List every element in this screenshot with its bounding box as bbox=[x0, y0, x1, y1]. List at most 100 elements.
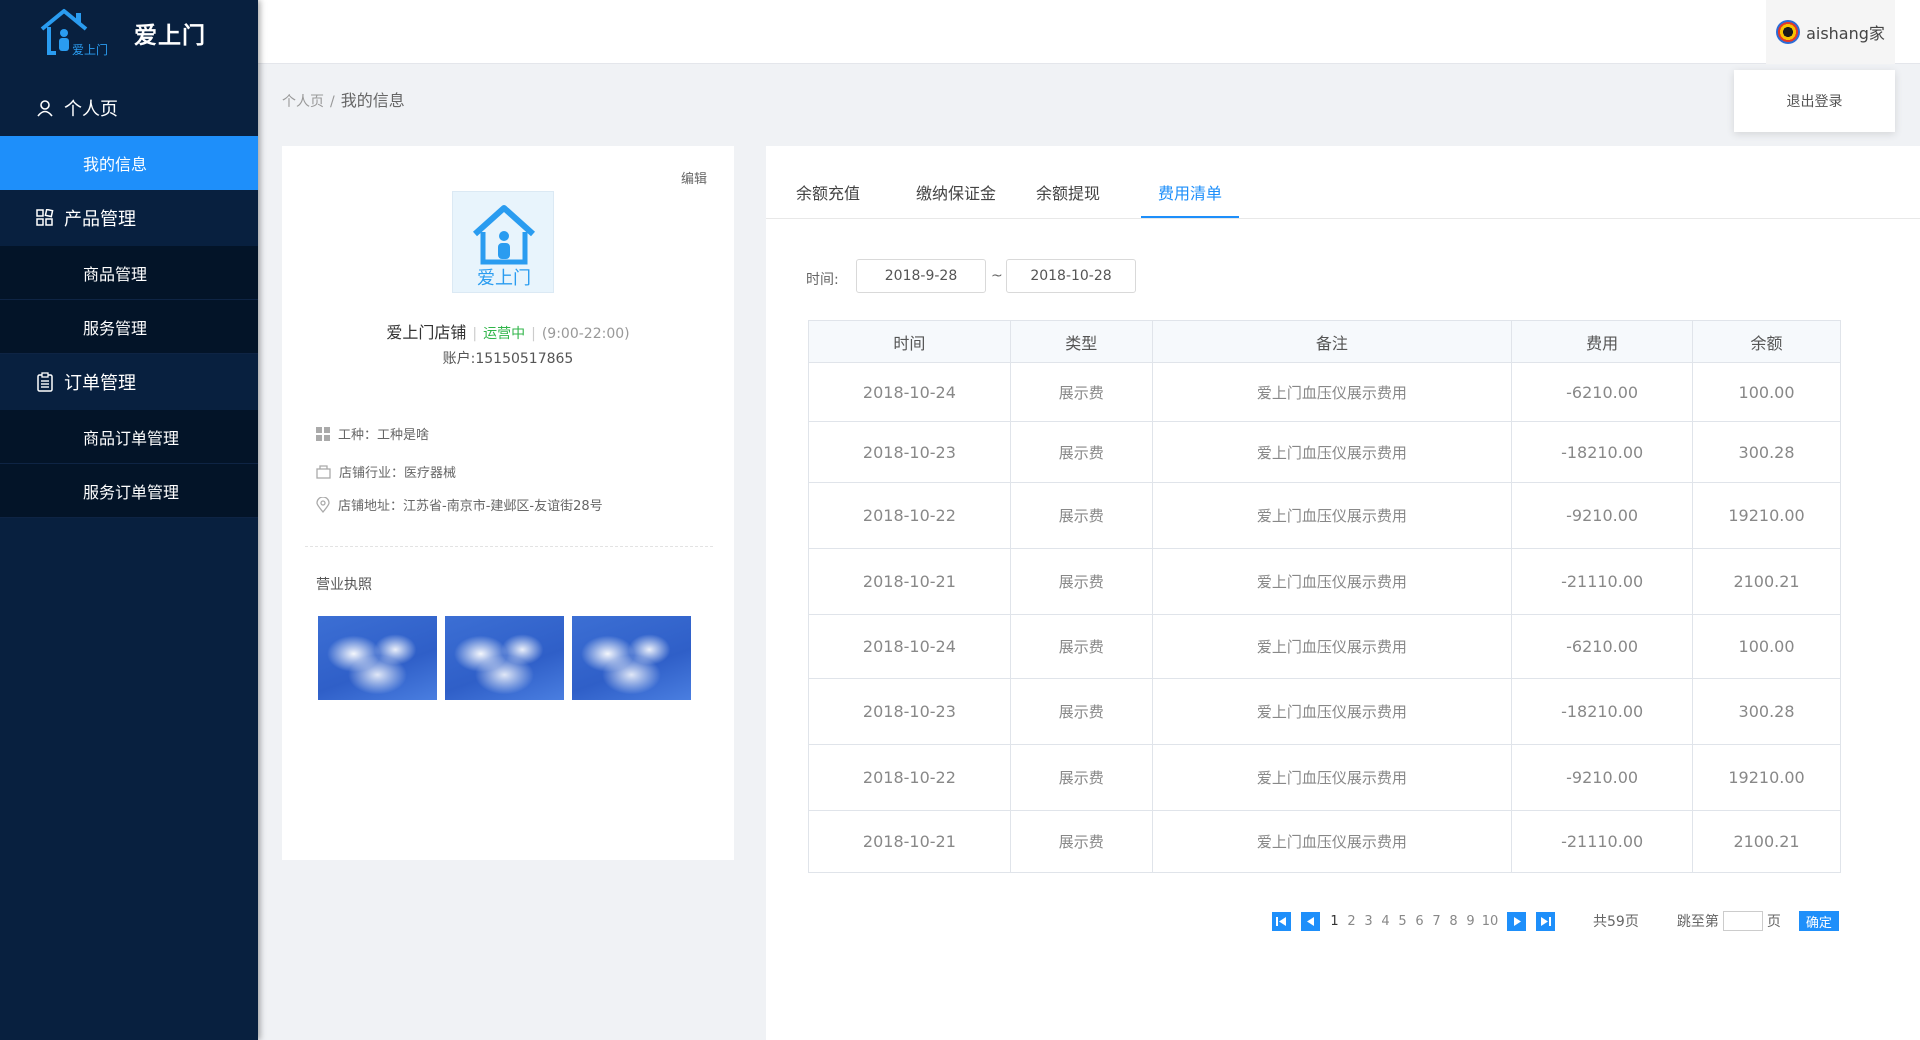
profile-card: 编辑 爱上门 爱上门店铺 | 运营中 | (9:00-22:00) 账户:1515051… bbox=[282, 146, 734, 860]
column-header-fee: 费用 bbox=[1511, 320, 1694, 363]
address: 店铺地址：江苏省-南京市-建邺区-友谊街28号 bbox=[338, 499, 603, 514]
page-number[interactable]: 6 bbox=[1411, 914, 1428, 929]
tab-withdraw[interactable]: 余额提现 bbox=[1036, 180, 1100, 204]
prev-page-icon bbox=[1306, 916, 1314, 926]
page-number[interactable]: 8 bbox=[1445, 914, 1462, 929]
tab-expense-list[interactable]: 费用清单 bbox=[1158, 180, 1222, 204]
license-image[interactable] bbox=[445, 616, 564, 700]
end-date-input[interactable]: 2018-10-28 bbox=[1006, 259, 1136, 293]
sidebar-item-label: 服务管理 bbox=[83, 318, 148, 338]
sidebar-item-my-info[interactable]: 我的信息 bbox=[0, 136, 258, 190]
next-page-icon bbox=[1513, 916, 1521, 926]
page-unit-label: 页 bbox=[1766, 914, 1781, 930]
cell-fee: -18210.00 bbox=[1511, 421, 1694, 483]
page-number[interactable]: 3 bbox=[1360, 914, 1377, 929]
table-row: 2018-10-21 展示费 爱上门血压仪展示费用 -21110.00 2100… bbox=[808, 810, 1841, 873]
cell-fee: -21110.00 bbox=[1511, 810, 1694, 873]
cell-time: 2018-10-24 bbox=[808, 614, 1011, 679]
cell-fee: -6210.00 bbox=[1511, 362, 1694, 422]
license-title: 营业执照 bbox=[316, 577, 372, 593]
nav-group-products[interactable]: 产品管理 bbox=[0, 190, 258, 246]
license-image[interactable] bbox=[318, 616, 437, 700]
total-pages: 共59页 bbox=[1593, 914, 1639, 930]
cell-type: 展示费 bbox=[1009, 362, 1153, 422]
logo-caption: 爱上门 bbox=[72, 43, 109, 57]
page-number[interactable]: 7 bbox=[1428, 914, 1445, 929]
pagination: 1 2 3 4 5 6 7 8 9 10 共59页 跳至第 页 确定 bbox=[1272, 911, 1839, 931]
cell-note: 爱上门血压仪展示费用 bbox=[1151, 482, 1513, 549]
table-header-row: 时间 类型 备注 费用 余额 bbox=[808, 320, 1841, 363]
start-date-input[interactable]: 2018-9-28 bbox=[856, 259, 986, 293]
jump-page-input[interactable] bbox=[1722, 911, 1763, 931]
industry: 店铺行业：医疗器械 bbox=[339, 466, 457, 481]
table-row: 2018-10-22 展示费 爱上门血压仪展示费用 -9210.00 19210… bbox=[808, 744, 1841, 811]
cell-note: 爱上门血压仪展示费用 bbox=[1151, 678, 1513, 745]
cell-balance: 300.28 bbox=[1692, 678, 1841, 745]
apps-icon bbox=[316, 426, 330, 441]
breadcrumb-separator: / bbox=[330, 94, 335, 110]
cell-time: 2018-10-23 bbox=[808, 421, 1011, 483]
sidebar-item-goods[interactable]: 商品管理 bbox=[0, 246, 258, 300]
page-number[interactable]: 2 bbox=[1343, 914, 1360, 929]
next-page-button[interactable] bbox=[1507, 911, 1526, 931]
page-number[interactable]: 9 bbox=[1462, 914, 1479, 929]
page-number[interactable]: 1 bbox=[1326, 914, 1343, 929]
sidebar-item-label: 商品管理 bbox=[83, 264, 148, 284]
sidebar-item-goods-orders[interactable]: 商品订单管理 bbox=[0, 410, 258, 464]
avatar bbox=[1776, 20, 1801, 44]
cell-type: 展示费 bbox=[1009, 548, 1153, 615]
account-number: 账户:15150517865 bbox=[442, 351, 574, 367]
house-logo-icon: 爱上门 bbox=[38, 7, 116, 59]
column-header-time: 时间 bbox=[808, 320, 1011, 363]
cell-balance: 2100.21 bbox=[1692, 810, 1841, 873]
page-number[interactable]: 5 bbox=[1394, 914, 1411, 929]
license-image[interactable] bbox=[572, 616, 691, 700]
cell-balance: 19210.00 bbox=[1692, 482, 1841, 549]
app-logo[interactable]: 爱上门 爱上门 bbox=[0, 0, 258, 66]
user-menu[interactable]: aishang家 bbox=[1766, 0, 1895, 64]
page-number[interactable]: 4 bbox=[1377, 914, 1394, 929]
page-number[interactable]: 10 bbox=[1479, 914, 1501, 929]
nav-group-label: 订单管理 bbox=[64, 373, 136, 394]
shop-summary: 爱上门店铺 | 运营中 | (9:00-22:00) bbox=[386, 323, 630, 342]
cell-fee: -6210.00 bbox=[1511, 614, 1694, 679]
confirm-jump-button[interactable]: 确定 bbox=[1798, 911, 1839, 931]
nav-group-personal[interactable]: 个人页 bbox=[0, 80, 258, 136]
table-row: 2018-10-24 展示费 爱上门血压仪展示费用 -6210.00 100.0… bbox=[808, 614, 1841, 679]
nav-group-label: 个人页 bbox=[64, 99, 118, 120]
active-tab-indicator bbox=[1141, 216, 1239, 218]
clipboard-icon bbox=[37, 372, 53, 392]
table-row: 2018-10-22 展示费 爱上门血压仪展示费用 -9210.00 19210… bbox=[808, 482, 1841, 549]
cell-time: 2018-10-22 bbox=[808, 744, 1011, 811]
tab-bar: 余额充值 缴纳保证金 余额提现 费用清单 bbox=[766, 146, 1920, 219]
shop-logo: 爱上门 bbox=[452, 191, 554, 293]
table-row: 2018-10-23 展示费 爱上门血压仪展示费用 -18210.00 300.… bbox=[808, 678, 1841, 745]
cell-type: 展示费 bbox=[1009, 614, 1153, 679]
logout-menu-item[interactable]: 退出登录 bbox=[1734, 70, 1895, 132]
tab-deposit[interactable]: 缴纳保证金 bbox=[916, 180, 996, 204]
cell-note: 爱上门血压仪展示费用 bbox=[1151, 421, 1513, 483]
cell-note: 爱上门血压仪展示费用 bbox=[1151, 614, 1513, 679]
cell-type: 展示费 bbox=[1009, 810, 1153, 873]
cell-fee: -21110.00 bbox=[1511, 548, 1694, 615]
cell-type: 展示费 bbox=[1009, 421, 1153, 483]
user-icon bbox=[37, 100, 53, 117]
edit-button[interactable]: 编辑 bbox=[681, 168, 707, 187]
breadcrumb-root[interactable]: 个人页 bbox=[282, 94, 324, 110]
billing-panel: 余额充值 缴纳保证金 余额提现 费用清单 时间: 2018-9-28 ~ 201… bbox=[766, 146, 1920, 1040]
cell-time: 2018-10-22 bbox=[808, 482, 1011, 549]
sidebar-item-service-orders[interactable]: 服务订单管理 bbox=[0, 464, 258, 518]
prev-page-button[interactable] bbox=[1301, 911, 1320, 931]
cell-note: 爱上门血压仪展示费用 bbox=[1151, 744, 1513, 811]
first-page-button[interactable] bbox=[1272, 911, 1291, 931]
tab-recharge[interactable]: 余额充值 bbox=[796, 180, 860, 204]
cell-type: 展示费 bbox=[1009, 744, 1153, 811]
date-filter-label: 时间: bbox=[806, 272, 839, 288]
sidebar-item-label: 我的信息 bbox=[83, 155, 148, 174]
sidebar-item-services[interactable]: 服务管理 bbox=[0, 300, 258, 354]
last-page-button[interactable] bbox=[1536, 911, 1555, 931]
grid-icon bbox=[36, 209, 54, 226]
nav-group-orders[interactable]: 订单管理 bbox=[0, 354, 258, 410]
cell-type: 展示费 bbox=[1009, 678, 1153, 745]
shop-logo-text: 爱上门 bbox=[477, 268, 531, 289]
